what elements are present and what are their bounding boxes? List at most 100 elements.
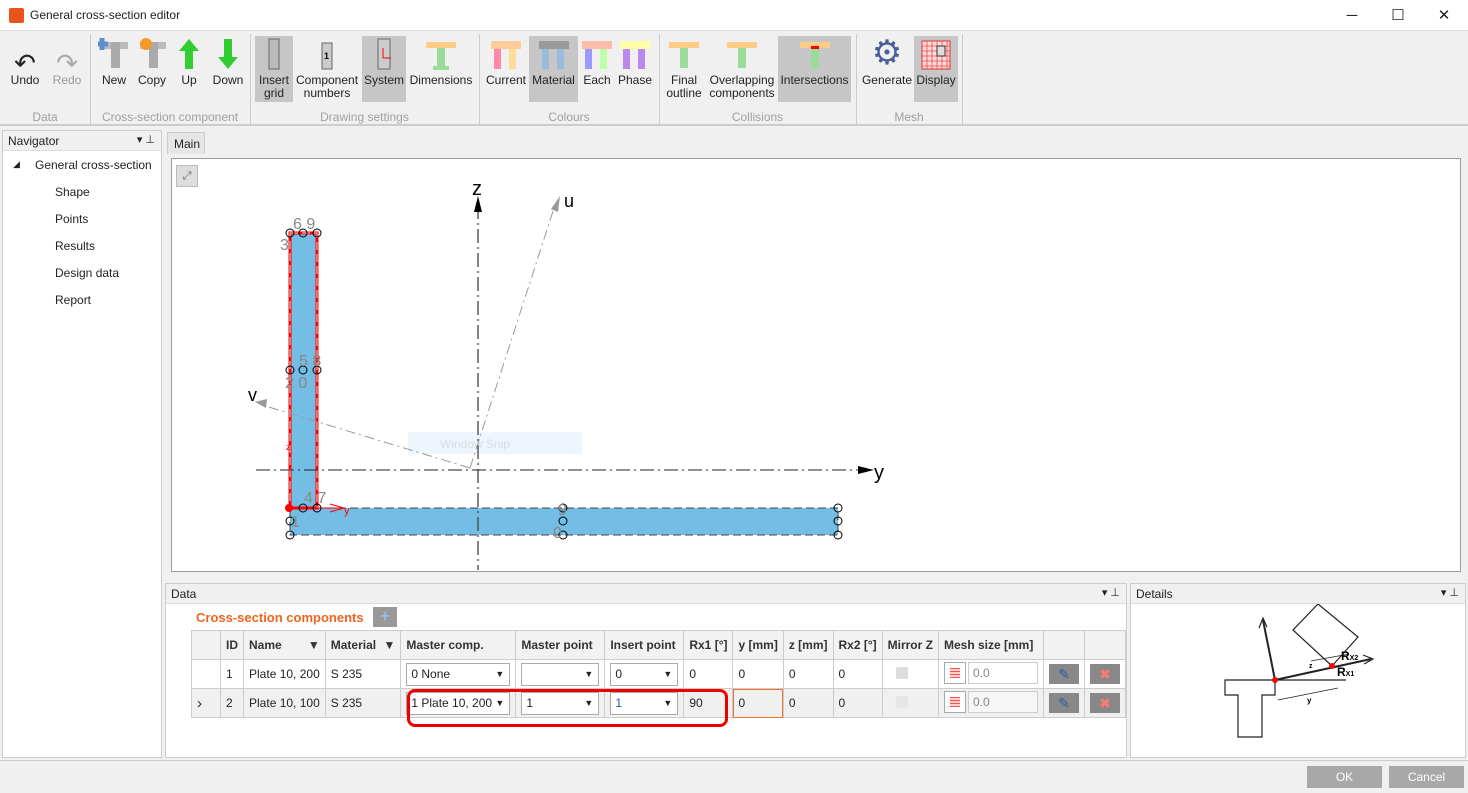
display-mesh-button[interactable]: Display — [914, 36, 958, 102]
up-button[interactable]: Up — [174, 36, 204, 102]
insert-grid-button[interactable]: Insert grid — [255, 36, 293, 102]
nav-item-report[interactable]: Report — [55, 293, 91, 307]
insert-point-dropdown[interactable]: 1 ▼ — [610, 691, 679, 715]
nav-item-design-data[interactable]: Design data — [55, 266, 119, 280]
intersections-button[interactable]: Intersections — [778, 36, 851, 102]
filter-icon[interactable]: ▼ — [383, 638, 395, 652]
edit-pencil-icon[interactable]: ✎ — [1048, 693, 1079, 713]
cell-name[interactable]: Plate 10, 100 — [243, 688, 326, 718]
master-point-value: 1 — [526, 695, 534, 710]
cell-name[interactable]: Plate 10, 200 — [243, 659, 326, 689]
pin-icon[interactable]: ▾ ⊥ — [1102, 586, 1120, 599]
undo-button[interactable]: ↶ Undo — [6, 36, 44, 102]
intersections-label: Intersections — [780, 73, 849, 87]
group-label-colours: Colours — [548, 110, 590, 124]
mesh-size-input[interactable]: 0.0 — [967, 690, 1038, 713]
local-y-label: y — [344, 505, 350, 517]
filter-icon[interactable]: ▼ — [308, 638, 320, 652]
cell-z[interactable]: 0 — [782, 659, 834, 689]
row-marker — [190, 659, 222, 689]
nav-item-shape[interactable]: Shape — [55, 185, 90, 199]
overlapping-components-button[interactable]: Overlapping components — [708, 36, 776, 102]
col-name[interactable]: Name ▼ — [243, 630, 326, 660]
mirror-z-checkbox[interactable] — [895, 695, 908, 708]
mirror-z-checkbox[interactable] — [895, 666, 908, 679]
mesh-icon-button[interactable] — [943, 690, 966, 713]
minimize-button[interactable]: ─ — [1329, 0, 1375, 31]
col-edit — [1042, 630, 1085, 660]
col-delete — [1083, 630, 1127, 660]
tab-main[interactable]: Main — [167, 132, 205, 154]
local-z-label: z — [286, 442, 291, 452]
cell-material[interactable]: S 235 — [324, 688, 402, 718]
pin-icon[interactable]: ▾ ⊥ — [137, 133, 155, 146]
nav-item-points[interactable]: Points — [55, 212, 88, 226]
system-button[interactable]: System — [362, 36, 406, 102]
cell-rx2[interactable]: 0 — [832, 659, 883, 689]
cell-z[interactable]: 0 — [782, 688, 834, 718]
details-diagram: RX2 RX1 y z — [1224, 604, 1375, 738]
mesh-display-icon — [914, 36, 958, 70]
delete-icon[interactable]: ✖ — [1089, 693, 1120, 713]
table-header-row: ID Name ▼ Material ▼ Master comp. Master… — [190, 630, 1127, 660]
colour-current-button[interactable]: Current — [485, 36, 527, 102]
col-mirror-z: Mirror Z — [881, 630, 939, 660]
point-label-0: 0 — [553, 525, 562, 542]
copy-button[interactable]: Copy — [134, 36, 170, 102]
cell-rx2[interactable]: 0 — [832, 688, 883, 718]
navigator-header: Navigator ▾ ⊥ — [3, 131, 161, 151]
each-label: Each — [583, 73, 611, 87]
insert-point-dropdown[interactable]: 0 ▼ — [610, 662, 679, 686]
chevron-down-icon: ▼ — [495, 697, 505, 708]
redo-button[interactable]: ↷ Redo — [48, 36, 86, 102]
new-button[interactable]: New — [96, 36, 132, 102]
colour-phase-button[interactable]: Phase — [617, 36, 653, 102]
cell-y[interactable]: 0 — [732, 659, 784, 689]
cell-rx1[interactable]: 0 — [683, 659, 734, 689]
copy-label: Copy — [137, 73, 166, 87]
mesh-size-input[interactable]: 0.0 — [967, 661, 1038, 684]
maximize-button[interactable]: ☐ — [1375, 0, 1421, 31]
colour-each-button[interactable]: Each — [580, 36, 614, 102]
cell-rx1[interactable]: 90 — [683, 688, 734, 718]
rx2-label: RX2 — [1341, 649, 1358, 663]
master-comp-dropdown[interactable]: 1 Plate 10, 200 ▼ — [406, 691, 511, 715]
component-numbers-button[interactable]: 1 Component numbers — [296, 36, 358, 102]
close-button[interactable]: ✕ — [1421, 0, 1467, 31]
master-comp-dropdown[interactable]: 0 None ▼ — [406, 662, 511, 686]
axis-u-line — [469, 204, 556, 469]
axis-u-arrow — [551, 196, 560, 212]
point-label-9: 9 — [558, 502, 567, 519]
dimensions-button[interactable]: Dimensions — [409, 36, 473, 102]
down-button[interactable]: Down — [210, 36, 246, 102]
chevron-down-icon: ▼ — [663, 697, 673, 708]
current-label: Current — [485, 73, 526, 87]
cancel-button[interactable]: Cancel — [1389, 766, 1464, 788]
add-component-button[interactable]: + — [373, 607, 397, 627]
table-row[interactable]: › 2 Plate 10, 100 S 235 1 Plate 10, 200 ▼… — [190, 688, 1127, 718]
ok-button[interactable]: OK — [1307, 766, 1382, 788]
cell-material[interactable]: S 235 — [324, 659, 402, 689]
chevron-down-icon: ▼ — [584, 668, 594, 679]
colour-material-button[interactable]: Material — [529, 36, 578, 102]
window-title: General cross-section editor — [30, 8, 181, 22]
nav-item-results[interactable]: Results — [55, 239, 95, 253]
point-label-1: 1 — [291, 514, 300, 531]
material-label: Material — [532, 73, 575, 87]
col-material[interactable]: Material ▼ — [324, 630, 402, 660]
drawing-canvas[interactable]: ⤢ Window Snip z y u v y z 6 9 3 5 8 2 0 … — [171, 158, 1461, 572]
master-point-dropdown[interactable]: ▼ — [521, 662, 600, 686]
expand-icon[interactable]: ◢ — [13, 159, 20, 170]
mesh-icon-button[interactable] — [943, 661, 966, 684]
nav-item-general-cross-section[interactable]: General cross-section — [35, 158, 152, 172]
pin-icon[interactable]: ▾ ⊥ — [1441, 586, 1459, 599]
generate-mesh-button[interactable]: ⚙ Generate — [861, 36, 913, 102]
edit-pencil-icon[interactable]: ✎ — [1048, 664, 1079, 684]
table-row[interactable]: 1 Plate 10, 200 S 235 0 None ▼ ▼ 0 ▼ 0 0 0… — [190, 659, 1127, 689]
navigator-title: Navigator — [8, 134, 60, 148]
delete-icon[interactable]: ✖ — [1089, 664, 1120, 684]
cell-y[interactable]: 0 — [732, 688, 784, 718]
final-outline-button[interactable]: Final outline — [664, 36, 704, 102]
master-point-dropdown[interactable]: 1 ▼ — [521, 691, 600, 715]
z-dim-label: z — [1309, 663, 1313, 670]
